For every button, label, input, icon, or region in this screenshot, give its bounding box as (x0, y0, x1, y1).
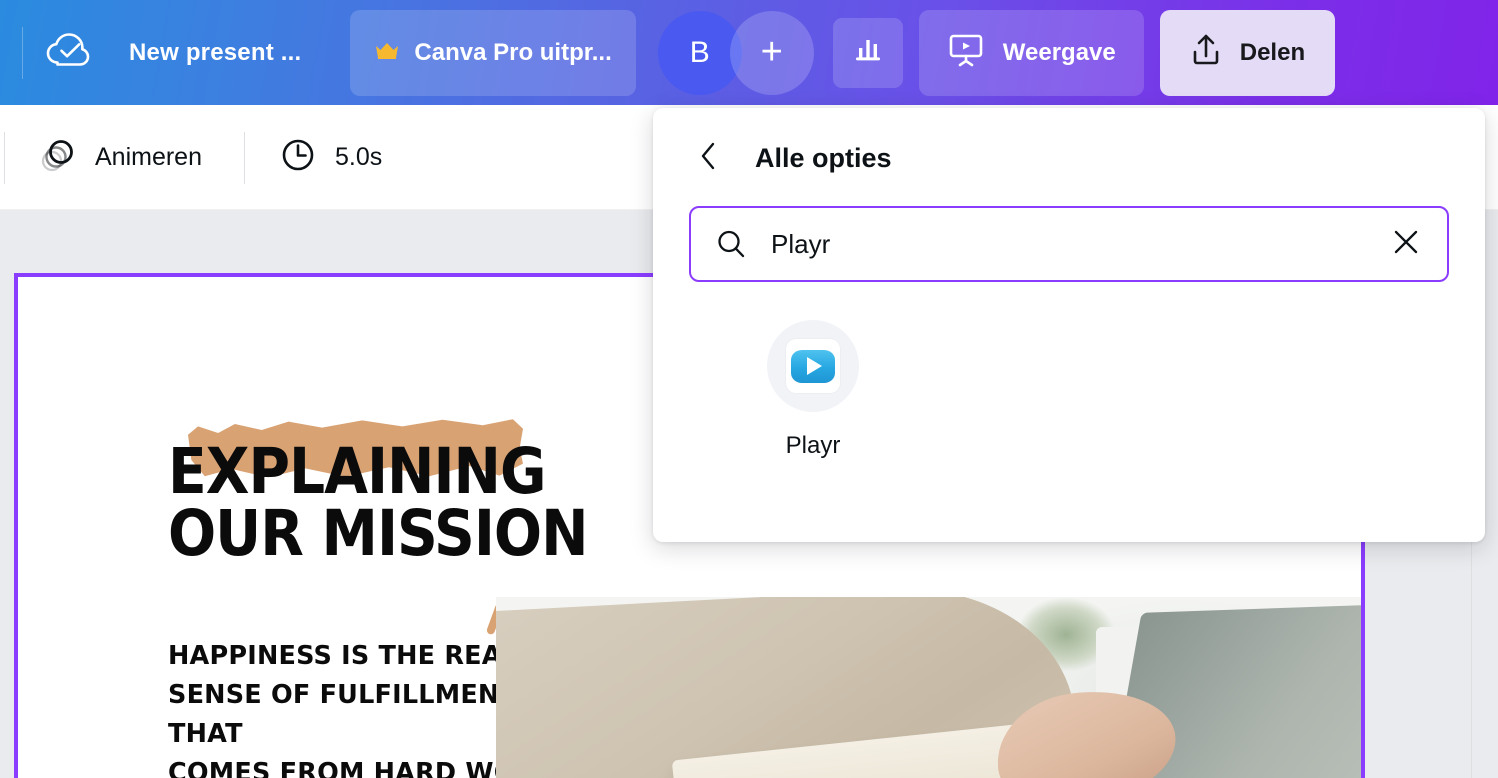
presentation-play-icon (947, 32, 985, 73)
apps-search-panel: Alle opties Playr Playr (653, 108, 1485, 542)
toolbar-divider-mid (244, 131, 245, 184)
animate-button[interactable]: Animeren (17, 122, 224, 194)
close-icon (1391, 227, 1421, 262)
topbar-divider (22, 26, 23, 79)
panel-title: Alle opties (755, 142, 892, 173)
canva-pro-label: Canva Pro uitpr... (414, 38, 612, 66)
present-button[interactable]: Weergave (918, 9, 1144, 96)
collaborator-group: B + (657, 10, 814, 95)
clock-icon (279, 136, 317, 179)
toolbar-divider-left (4, 131, 5, 184)
app-icon-wrapper (767, 320, 859, 412)
cloud-check-icon (45, 31, 91, 74)
insights-button[interactable] (832, 17, 903, 88)
add-collaborator-button[interactable]: + (729, 10, 814, 95)
search-input[interactable] (755, 228, 1385, 260)
animate-label: Animeren (95, 143, 202, 171)
share-label: Delen (1239, 38, 1306, 66)
search-results: Playr (689, 308, 1465, 542)
timing-label: 5.0s (335, 143, 383, 171)
share-button[interactable]: Delen (1159, 9, 1336, 96)
bar-chart-icon (851, 33, 885, 72)
crown-icon (374, 41, 400, 65)
present-label: Weergave (1002, 38, 1116, 66)
app-result-playr[interactable]: Playr (743, 308, 883, 460)
chevron-left-icon (696, 140, 722, 177)
cloud-save-status-button[interactable] (37, 22, 99, 84)
app-result-label: Playr (785, 432, 841, 459)
top-bar: New present ... Canva Pro uitpr... B + W… (0, 0, 1498, 105)
panel-header: Alle opties (653, 108, 1485, 178)
clear-search-button[interactable] (1385, 223, 1427, 265)
search-icon (715, 228, 755, 260)
slide-photo[interactable] (496, 597, 1361, 778)
document-title[interactable]: New present ... (129, 39, 301, 67)
back-button[interactable] (689, 138, 729, 178)
canva-editor-window: New present ... Canva Pro uitpr... B + W… (0, 0, 1498, 778)
canva-pro-trial-button[interactable]: Canva Pro uitpr... (350, 9, 636, 96)
search-field[interactable] (689, 206, 1449, 282)
share-upload-icon (1190, 33, 1222, 72)
animate-circles-icon (39, 136, 77, 179)
playr-app-icon (786, 339, 840, 393)
timing-button[interactable]: 5.0s (257, 122, 404, 194)
